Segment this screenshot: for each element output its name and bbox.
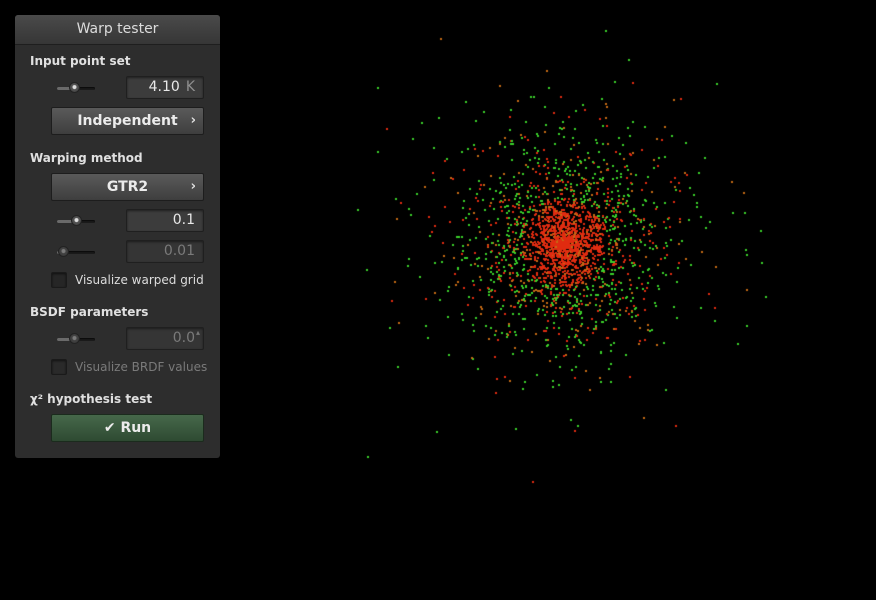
- warp-method-button[interactable]: GTR2 ›: [51, 173, 204, 201]
- panel-title[interactable]: Warp tester: [15, 15, 220, 45]
- visualize-brdf-label: Visualize BRDF values: [75, 360, 208, 374]
- hypothesis-test-heading: χ² hypothesis test: [30, 392, 153, 406]
- point-count-unit: K: [185, 79, 195, 95]
- spinner-icon: ▴: [195, 328, 200, 337]
- point-count-value: 4.10: [148, 79, 180, 95]
- param2-value: 0.01: [163, 243, 195, 259]
- visualize-grid-label: Visualize warped grid: [75, 273, 204, 287]
- param1-field[interactable]: 0.1: [126, 209, 204, 232]
- bsdf-value: 0.0: [172, 330, 195, 346]
- point-count-slider[interactable]: [57, 82, 95, 93]
- warp-method-label: GTR2: [106, 179, 149, 195]
- input-point-set-heading: Input point set: [30, 54, 131, 68]
- visualize-brdf-checkbox[interactable]: [51, 359, 67, 375]
- point-count-field[interactable]: 4.10 K: [126, 76, 204, 99]
- point-type-label: Independent: [77, 113, 178, 129]
- param2-field[interactable]: 0.01: [126, 240, 204, 263]
- bsdf-field[interactable]: 0.0 ▴: [126, 327, 204, 350]
- slider-knob[interactable]: [69, 333, 81, 344]
- run-label: Run: [120, 420, 152, 436]
- check-icon: ✔: [103, 420, 116, 436]
- chevron-right-icon: ›: [190, 179, 196, 194]
- visualize-grid-checkbox[interactable]: [51, 272, 67, 288]
- param1-value: 0.1: [172, 212, 195, 228]
- slider-knob[interactable]: [70, 215, 82, 226]
- bsdf-parameters-heading: BSDF parameters: [30, 305, 149, 319]
- param2-slider[interactable]: [57, 246, 95, 257]
- bsdf-slider[interactable]: [57, 333, 95, 344]
- slider-knob[interactable]: [69, 82, 81, 93]
- param1-slider[interactable]: [57, 215, 95, 226]
- warping-method-heading: Warping method: [30, 151, 143, 165]
- chevron-right-icon: ›: [190, 113, 196, 128]
- point-type-button[interactable]: Independent ›: [51, 107, 204, 135]
- run-button[interactable]: ✔ Run: [51, 414, 204, 442]
- warp-tester-panel: Warp tester Input point set 4.10 K Indepe…: [15, 15, 220, 458]
- slider-knob[interactable]: [58, 246, 70, 257]
